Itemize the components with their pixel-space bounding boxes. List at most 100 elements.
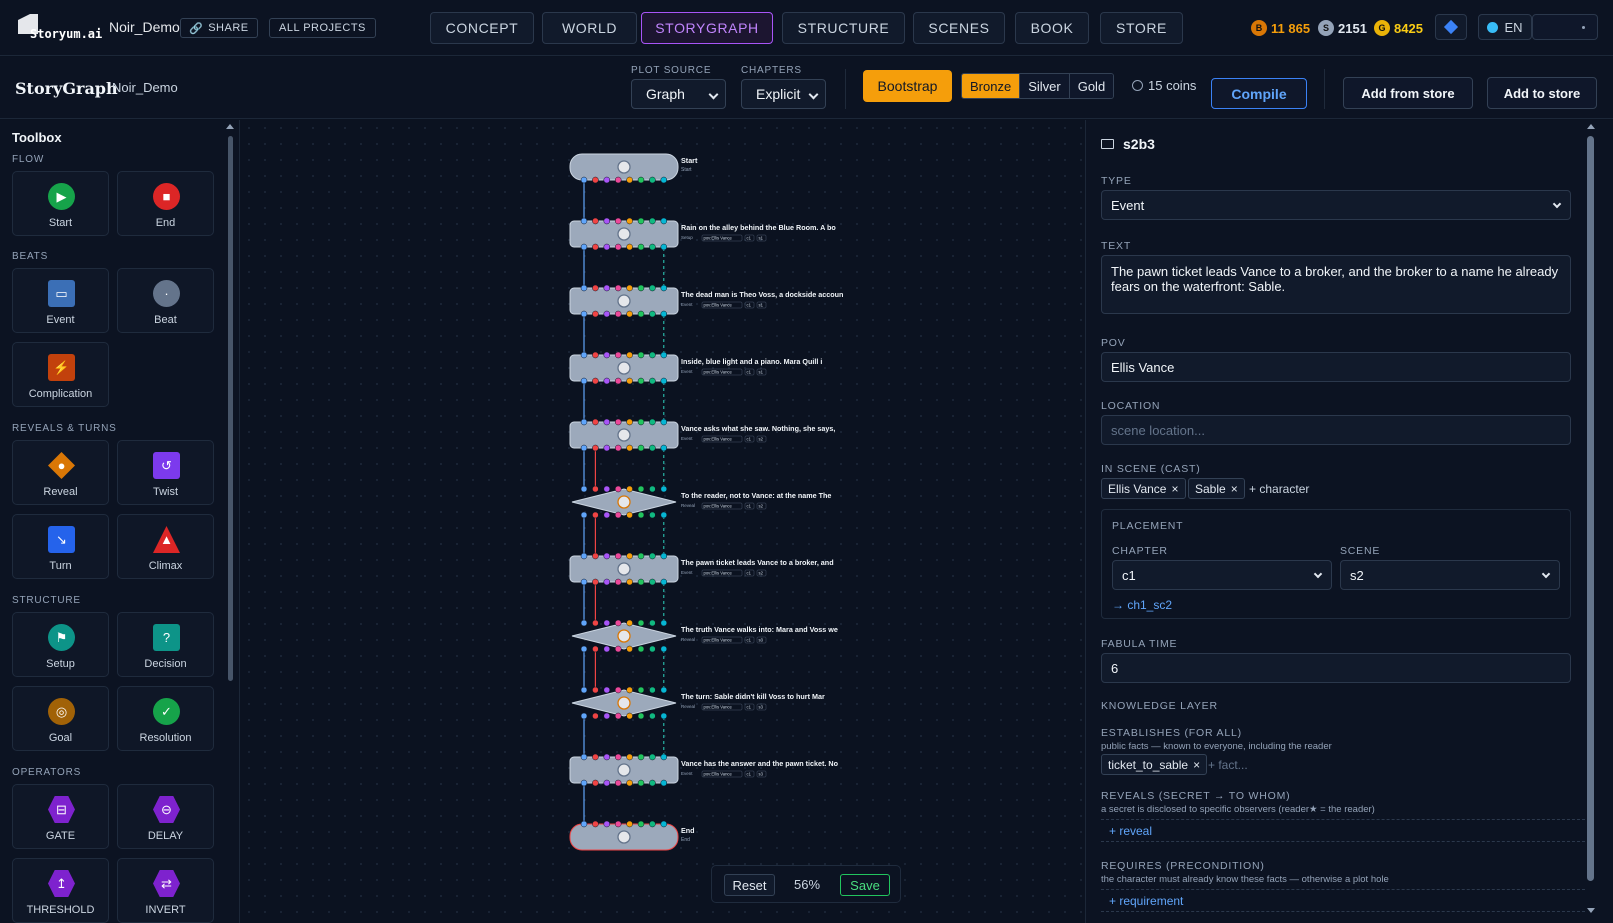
tool-setup[interactable]: ⚑ Setup [12,612,109,677]
user-menu[interactable] [1532,14,1598,40]
chapter-select[interactable]: c1 [1112,560,1332,590]
output-port[interactable] [603,243,611,251]
language-button[interactable]: EN [1478,14,1532,40]
inspector-scroll-thumb[interactable] [1587,136,1594,881]
output-port[interactable] [660,377,668,385]
tool-start[interactable]: ▶ Start [12,171,109,236]
input-port[interactable] [637,619,645,627]
input-port[interactable] [580,619,588,627]
tool-threshold[interactable]: ↥ THRESHOLD [12,858,109,923]
output-port[interactable] [614,310,622,318]
input-port[interactable] [614,686,622,694]
output-port[interactable] [637,578,645,586]
input-port[interactable] [626,753,633,761]
reset-button[interactable]: Reset [724,874,775,896]
input-port[interactable] [649,552,656,560]
input-port[interactable] [603,753,611,761]
tab-concept[interactable]: CONCEPT [430,12,534,44]
output-port[interactable] [660,444,668,452]
output-port[interactable] [603,645,611,653]
input-port[interactable] [626,351,633,359]
output-port[interactable] [637,310,645,318]
output-port[interactable] [603,578,611,586]
add-reveal-link[interactable]: + reveal [1109,824,1152,838]
input-port[interactable] [580,820,588,828]
input-port[interactable] [614,820,622,828]
tier-silver[interactable]: Silver [1020,74,1070,98]
input-port[interactable] [592,552,599,560]
add-requirement-link[interactable]: + requirement [1109,894,1183,908]
input-port[interactable] [603,284,611,292]
output-port[interactable] [580,377,588,385]
input-port[interactable] [592,753,599,761]
gems-button[interactable] [1435,14,1467,40]
scroll-down-icon[interactable] [1587,908,1595,913]
output-port[interactable] [592,779,599,787]
close-icon[interactable]: × [1171,482,1178,496]
tier-bronze[interactable]: Bronze [962,74,1021,98]
input-port[interactable] [592,485,599,493]
input-port[interactable] [580,552,588,560]
input-port[interactable] [614,552,622,560]
output-port[interactable] [614,712,622,720]
input-port[interactable] [626,217,633,225]
tier-gold[interactable]: Gold [1069,74,1114,98]
tab-store[interactable]: STORE [1100,12,1183,44]
input-port[interactable] [603,552,611,560]
input-port[interactable] [660,418,668,426]
input-port[interactable] [592,820,599,828]
scene-select[interactable]: s2 [1340,560,1560,590]
output-port[interactable] [580,578,588,586]
add-from-store-button[interactable]: Add from store [1343,77,1473,109]
input-port[interactable] [614,619,622,627]
output-port[interactable] [637,779,645,787]
input-port[interactable] [660,485,668,493]
input-port[interactable] [660,619,668,627]
input-port[interactable] [592,686,599,694]
output-port[interactable] [649,712,656,720]
output-port[interactable] [592,243,599,251]
input-port[interactable] [592,217,599,225]
input-port[interactable] [626,284,633,292]
output-port[interactable] [649,511,656,519]
tab-storygraph[interactable]: STORYGRAPH [641,12,773,44]
output-port[interactable] [649,310,656,318]
input-port[interactable] [649,753,656,761]
plot-source-select[interactable]: Graph [631,79,726,109]
input-port[interactable] [626,552,633,560]
tool-decision[interactable]: ? Decision [117,612,214,677]
output-port[interactable] [660,310,668,318]
input-port[interactable] [614,753,622,761]
output-port[interactable] [603,310,611,318]
output-port[interactable] [580,511,588,519]
input-port[interactable] [626,619,633,627]
input-port[interactable] [637,217,645,225]
input-port[interactable] [649,351,656,359]
output-port[interactable] [603,779,611,787]
tool-end[interactable]: ■ End [117,171,214,236]
input-port[interactable] [637,418,645,426]
output-port[interactable] [592,712,599,720]
bootstrap-button[interactable]: Bootstrap [863,70,952,102]
output-port[interactable] [626,578,633,586]
type-select[interactable]: Event [1101,190,1571,220]
output-port[interactable] [626,511,633,519]
input-port[interactable] [660,552,668,560]
share-button[interactable]: 🔗 SHARE [180,18,258,38]
input-port[interactable] [614,217,622,225]
output-port[interactable] [592,176,599,184]
output-port[interactable] [603,176,611,184]
output-port[interactable] [592,645,599,653]
input-port[interactable] [660,753,668,761]
input-port[interactable] [660,820,668,828]
output-port[interactable] [603,444,611,452]
output-port[interactable] [649,578,656,586]
fabula-input[interactable]: 6 [1101,653,1571,683]
input-port[interactable] [626,686,633,694]
output-port[interactable] [592,511,599,519]
input-port[interactable] [637,485,645,493]
output-port[interactable] [580,444,588,452]
output-port[interactable] [614,444,622,452]
output-port[interactable] [603,377,611,385]
tool-twist[interactable]: ↺ Twist [117,440,214,505]
